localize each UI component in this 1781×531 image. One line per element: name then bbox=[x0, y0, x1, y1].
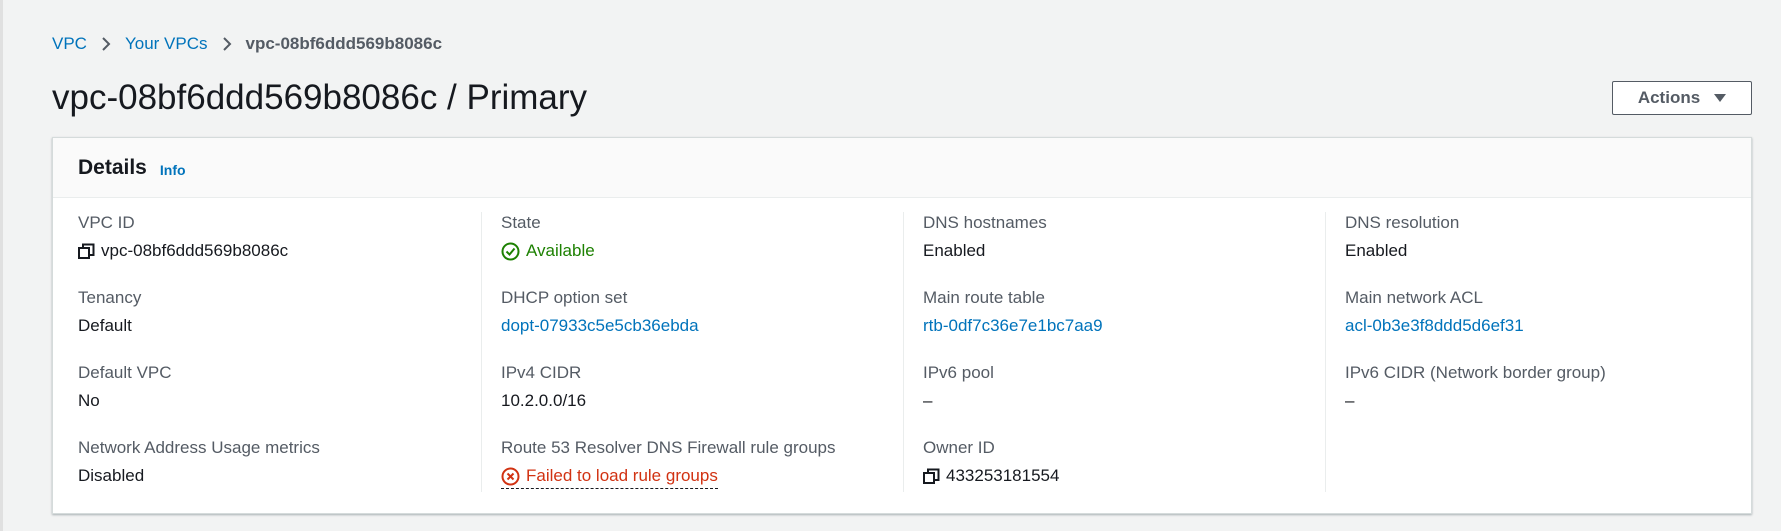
field-label: IPv4 CIDR bbox=[501, 363, 582, 382]
chevron-right-icon bbox=[101, 36, 111, 52]
field-label: IPv6 pool bbox=[923, 363, 994, 382]
breadcrumb-vpc[interactable]: VPC bbox=[52, 33, 87, 55]
column-divider bbox=[481, 212, 482, 492]
check-circle-icon bbox=[501, 242, 520, 261]
field-value: Default bbox=[78, 316, 132, 335]
field-label: Main route table bbox=[923, 288, 1045, 307]
field-label: State bbox=[501, 213, 541, 232]
field-vpc-id: VPC ID vpc-08bf6ddd569b8086c bbox=[78, 212, 478, 262]
field-value: Failed to load rule groups bbox=[501, 465, 901, 489]
field-label: Main network ACL bbox=[1345, 288, 1483, 307]
field-main-route-table: Main route table rtb-0df7c36e7e1bc7aa9 bbox=[923, 287, 1323, 337]
field-dns-firewall: Route 53 Resolver DNS Firewall rule grou… bbox=[501, 437, 901, 489]
field-value: Available bbox=[501, 240, 901, 262]
field-default-vpc: Default VPC No bbox=[78, 362, 478, 412]
field-value: Enabled bbox=[1345, 241, 1408, 260]
field-nau-metrics: Network Address Usage metrics Disabled bbox=[78, 437, 478, 487]
actions-button[interactable]: Actions bbox=[1612, 81, 1752, 115]
copy-icon[interactable] bbox=[923, 468, 940, 485]
field-label: Default VPC bbox=[78, 363, 172, 382]
main-route-table-link[interactable]: rtb-0df7c36e7e1bc7aa9 bbox=[923, 315, 1323, 337]
left-edge-divider bbox=[0, 0, 3, 531]
caret-down-icon bbox=[1714, 94, 1727, 102]
breadcrumb-current: vpc-08bf6ddd569b8086c bbox=[245, 34, 443, 53]
main-network-acl-link[interactable]: acl-0b3e3f8ddd5d6ef31 bbox=[1345, 315, 1745, 337]
field-tenancy: Tenancy Default bbox=[78, 287, 478, 337]
details-title: Details bbox=[78, 155, 147, 179]
details-panel: Details Info VPC ID vpc-08bf6ddd569b8086… bbox=[52, 137, 1752, 514]
owner-id-value: 433253181554 bbox=[946, 466, 1060, 485]
breadcrumb: VPC Your VPCs vpc-08bf6ddd569b8086c bbox=[52, 33, 442, 55]
field-ipv6-pool: IPv6 pool – bbox=[923, 362, 1323, 412]
dns-firewall-error: Failed to load rule groups bbox=[526, 466, 718, 485]
field-value: 10.2.0.0/16 bbox=[501, 391, 587, 410]
dhcp-option-set-link[interactable]: dopt-07933c5e5cb36ebda bbox=[501, 315, 901, 337]
breadcrumb-your-vpcs[interactable]: Your VPCs bbox=[125, 33, 208, 55]
field-value: – bbox=[1345, 391, 1355, 410]
field-owner-id: Owner ID 433253181554 bbox=[923, 437, 1323, 487]
state-value: Available bbox=[526, 241, 595, 260]
column-divider bbox=[903, 212, 904, 492]
error-popover-trigger[interactable]: Failed to load rule groups bbox=[501, 465, 718, 489]
field-value: – bbox=[923, 391, 933, 410]
details-columns: VPC ID vpc-08bf6ddd569b8086c Tenancy Def… bbox=[53, 198, 1753, 514]
field-label: Network Address Usage metrics bbox=[78, 438, 320, 457]
field-label: Owner ID bbox=[923, 438, 995, 457]
field-state: State Available bbox=[501, 212, 901, 262]
chevron-right-icon bbox=[222, 36, 232, 52]
error-circle-icon bbox=[501, 467, 520, 486]
field-dns-resolution: DNS resolution Enabled bbox=[1345, 212, 1745, 262]
field-value: Disabled bbox=[78, 466, 145, 485]
field-label: Tenancy bbox=[78, 288, 142, 307]
field-label: DNS hostnames bbox=[923, 213, 1047, 232]
vpc-id-value: vpc-08bf6ddd569b8086c bbox=[101, 241, 289, 260]
copy-icon[interactable] bbox=[78, 243, 95, 260]
vpc-details-page: VPC Your VPCs vpc-08bf6ddd569b8086c vpc-… bbox=[0, 0, 1781, 531]
field-main-network-acl: Main network ACL acl-0b3e3f8ddd5d6ef31 bbox=[1345, 287, 1745, 337]
field-label: DNS resolution bbox=[1345, 213, 1460, 232]
field-value: 433253181554 bbox=[923, 465, 1323, 487]
field-label: IPv6 CIDR (Network border group) bbox=[1345, 363, 1606, 382]
field-dhcp: DHCP option set dopt-07933c5e5cb36ebda bbox=[501, 287, 901, 337]
actions-button-label: Actions bbox=[1637, 88, 1701, 107]
column-divider bbox=[1325, 212, 1326, 492]
field-value: No bbox=[78, 391, 100, 410]
field-label: Route 53 Resolver DNS Firewall rule grou… bbox=[501, 438, 836, 457]
field-label: VPC ID bbox=[78, 213, 135, 232]
field-label: DHCP option set bbox=[501, 288, 628, 307]
info-link[interactable]: Info bbox=[160, 162, 186, 178]
field-ipv6-cidr: IPv6 CIDR (Network border group) – bbox=[1345, 362, 1745, 412]
field-dns-hostnames: DNS hostnames Enabled bbox=[923, 212, 1323, 262]
details-panel-header: Details Info bbox=[53, 138, 1751, 198]
field-value: Enabled bbox=[923, 241, 986, 260]
field-value: vpc-08bf6ddd569b8086c bbox=[78, 240, 478, 262]
field-ipv4-cidr: IPv4 CIDR 10.2.0.0/16 bbox=[501, 362, 901, 412]
page-title: vpc-08bf6ddd569b8086c / Primary bbox=[52, 78, 588, 117]
